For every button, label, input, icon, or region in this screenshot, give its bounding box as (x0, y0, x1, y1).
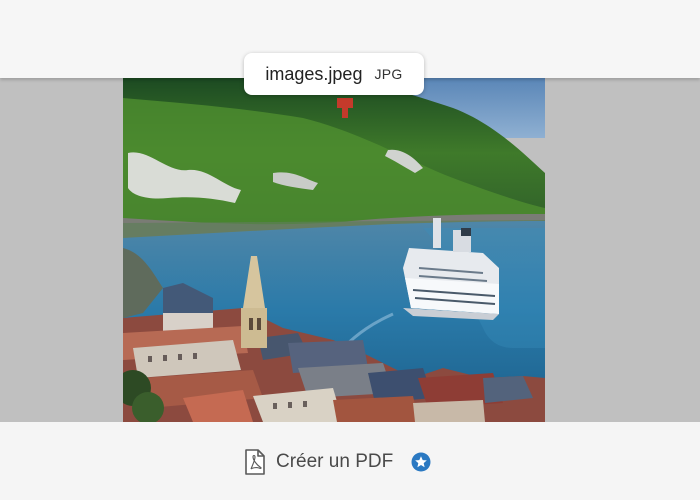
pdf-file-icon (245, 449, 265, 475)
create-pdf-button[interactable]: Créer un PDF (244, 444, 431, 480)
create-pdf-label: Créer un PDF (276, 451, 394, 472)
star-badge-icon (411, 452, 431, 472)
file-type-badge: JPG (374, 66, 403, 82)
file-info-chip[interactable]: images.jpeg JPG (244, 53, 424, 95)
file-name: images.jpeg (265, 63, 363, 84)
landscape-photo (123, 78, 545, 422)
image-preview[interactable] (123, 78, 545, 422)
image-viewer[interactable] (0, 78, 700, 422)
